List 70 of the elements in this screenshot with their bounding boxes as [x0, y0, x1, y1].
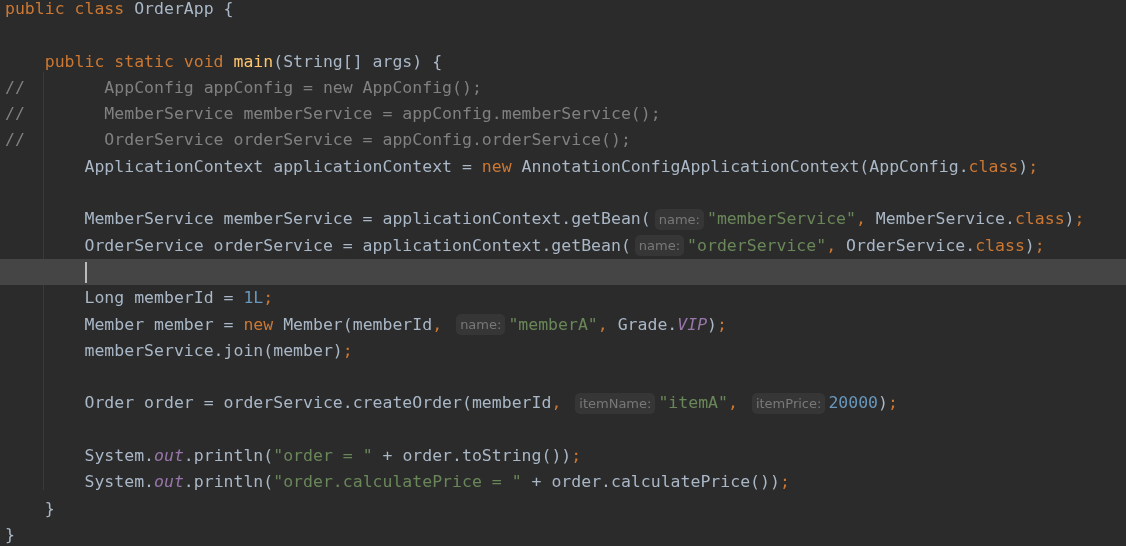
code-text: }	[5, 523, 15, 546]
static-field: out	[154, 443, 184, 470]
code-keyword: class	[1014, 208, 1065, 231]
code-text: System.	[83, 471, 154, 494]
code-keyword: ,	[826, 234, 837, 257]
parameter-hint: name:	[456, 314, 506, 336]
code-keyword: ;	[1074, 208, 1085, 231]
parameter-hint: itemPrice:	[751, 393, 826, 415]
code-keyword: ;	[717, 313, 727, 336]
code-keyword: ;	[342, 339, 353, 362]
number-literal: 20000	[828, 392, 879, 415]
code-keyword: ,	[432, 313, 443, 336]
code-text: )	[1024, 234, 1035, 257]
code-text: + order.calculatePrice())	[530, 471, 780, 494]
code-keyword: public class	[5, 0, 125, 20]
code-text: System.	[83, 445, 154, 468]
code-text: AnnotationConfigApplicationContext(AppConfig.	[520, 155, 969, 178]
code-keyword: ;	[888, 392, 898, 415]
code-keyword: public static void	[43, 50, 224, 73]
code-text: Long memberId =	[83, 287, 235, 310]
code-keyword: ,	[597, 313, 608, 336]
code-text: ApplicationContext applicationContext =	[83, 155, 473, 178]
code-keyword: ,	[551, 392, 562, 415]
code-text: )	[707, 313, 717, 336]
string-literal: "memberA"	[508, 313, 598, 336]
code-text: MemberService memberService = applicationContext.getBean(	[83, 208, 651, 231]
code-comment: // AppConfig appConfig = new AppConfig();	[5, 76, 482, 99]
code-text: )	[1018, 155, 1029, 178]
text-cursor	[85, 261, 87, 283]
code-comment: // OrderService orderService = appConfig.orderService();	[5, 129, 631, 152]
string-literal: "order = "	[273, 445, 373, 468]
code-text: .println(	[183, 471, 274, 494]
code-text: OrderApp {	[133, 0, 234, 20]
parameter-hint: name:	[634, 235, 685, 257]
number-literal: 1L	[243, 287, 264, 310]
code-keyword: class	[975, 234, 1025, 257]
code-keyword: ,	[855, 208, 866, 231]
code-keyword: ;	[1028, 155, 1039, 178]
code-text: Order order = orderService.createOrder(memberId	[83, 392, 552, 415]
parameter-hint: name:	[654, 209, 704, 230]
code-text: )	[1064, 208, 1075, 231]
code-keyword: ;	[779, 471, 790, 494]
code-text: }	[43, 497, 55, 520]
method-name: main	[232, 50, 274, 73]
code-text: Member(memberId	[282, 313, 433, 336]
string-literal: "order.calculatePrice = "	[273, 471, 522, 494]
code-text: .println(	[183, 445, 274, 468]
code-text: + order.toString())	[381, 445, 572, 468]
parameter-hint: itemName:	[575, 393, 656, 415]
code-text: Grade.	[616, 313, 678, 336]
code-text: Member member =	[83, 313, 235, 336]
string-literal: "memberService"	[706, 208, 856, 231]
code-keyword: new	[481, 155, 512, 178]
code-text: MemberService.	[874, 208, 1015, 231]
code-keyword: ;	[263, 287, 274, 310]
code-keyword: ;	[571, 445, 582, 468]
code-text: OrderService orderService = applicationContext.getBean(	[83, 234, 631, 257]
code-keyword: class	[968, 155, 1019, 178]
code-text: )	[878, 392, 888, 415]
code-keyword: new	[243, 313, 274, 336]
code-text: OrderService.	[845, 234, 976, 257]
code-text: (String[] args) {	[273, 50, 443, 73]
code-text: memberService.join(member)	[83, 339, 343, 362]
string-literal: "itemA"	[658, 392, 728, 415]
string-literal: "orderService"	[687, 234, 827, 257]
code-comment: // MemberService memberService = appConfig.memberService();	[5, 103, 661, 126]
static-field: out	[154, 469, 184, 496]
static-field: VIP	[677, 311, 708, 338]
code-keyword: ;	[1034, 234, 1045, 257]
code-keyword: ,	[727, 392, 738, 415]
